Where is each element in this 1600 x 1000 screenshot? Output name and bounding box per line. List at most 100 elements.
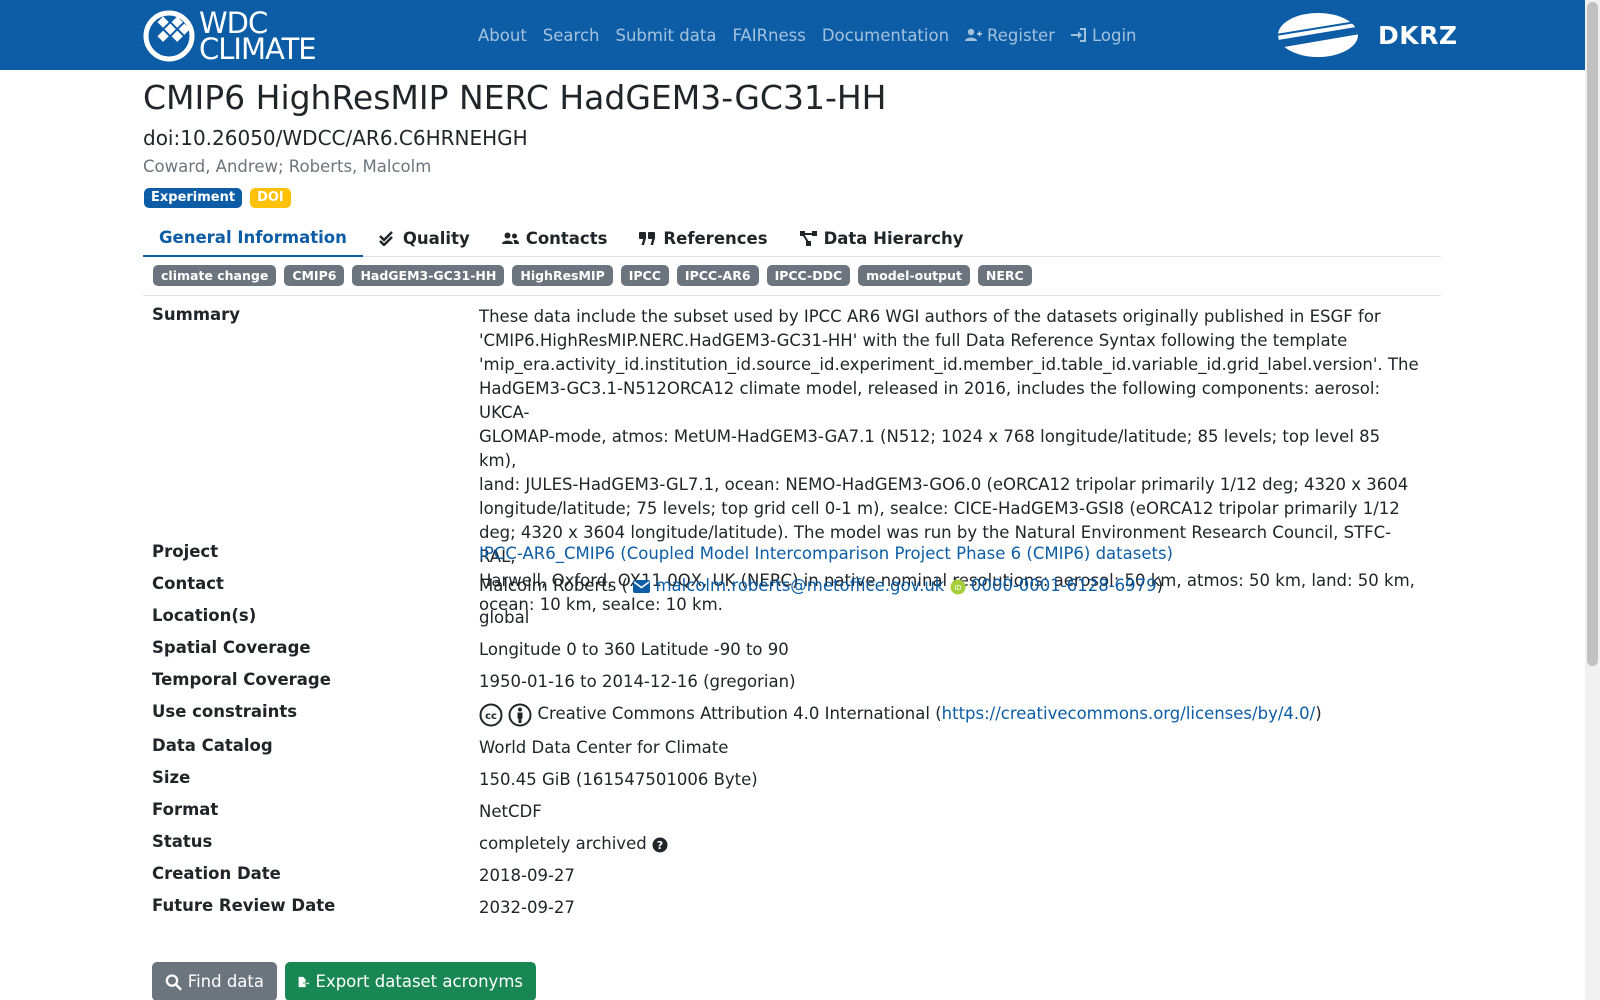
tab-quality[interactable]: Quality: [363, 220, 486, 257]
check-double-icon: [378, 231, 393, 246]
status-value: completely archived ?: [479, 832, 1419, 856]
main-nav: About Search Submit data FAIRness Docume…: [478, 0, 1153, 70]
data-catalog-row: Data Catalog World Data Center for Clima…: [143, 736, 1441, 768]
summary-line: HadGEM3-GC3.1-N512ORCA12 climate model, …: [479, 379, 1381, 422]
project-label: Project: [152, 542, 219, 561]
tab-contacts[interactable]: Contacts: [486, 220, 624, 257]
contact-value: Malcolm Roberts ( malcolm.roberts@metoff…: [479, 574, 1419, 598]
dkrz-emblem-icon: [1272, 13, 1368, 57]
file-export-icon: [298, 976, 310, 987]
status-row: Status completely archived ?: [143, 832, 1441, 864]
temporal-coverage-label: Temporal Coverage: [152, 670, 331, 689]
page-scrollbar[interactable]: [1585, 0, 1600, 1000]
project-link[interactable]: IPCC-AR6_CMIP6 (Coupled Model Intercompa…: [479, 544, 1173, 563]
nav-documentation[interactable]: Documentation: [822, 26, 949, 45]
details-table: Summary These data include the subset us…: [143, 305, 1441, 928]
spatial-coverage-row: Spatial Coverage Longitude 0 to 360 Lati…: [143, 638, 1441, 670]
tab-quality-label: Quality: [402, 229, 470, 248]
detail-tabs: General Information Quality Contacts Ref…: [143, 220, 1441, 257]
quote-icon: [639, 231, 656, 245]
nav-submit-data-label: Submit data: [615, 25, 717, 45]
dkrz-logo[interactable]: DKRZ: [1270, 11, 1458, 59]
data-catalog-value: World Data Center for Climate: [479, 738, 729, 757]
tab-references-label: References: [663, 229, 768, 248]
location-value: global: [479, 608, 530, 627]
keyword-badge: climate change: [153, 265, 277, 286]
wdc-globe-icon: [143, 10, 195, 62]
summary-label: Summary: [152, 305, 241, 324]
export-acronyms-button[interactable]: Export dataset acronyms: [285, 962, 536, 1000]
scrollbar-thumb[interactable]: [1587, 2, 1598, 666]
tab-references[interactable]: References: [623, 220, 783, 257]
contact-close: ): [1156, 576, 1164, 595]
nav-documentation-label: Documentation: [821, 25, 950, 45]
brand-line-2: CLIMATE: [199, 32, 317, 66]
nav-login[interactable]: Login: [1070, 25, 1137, 45]
dkrz-text: DKRZ: [1378, 20, 1458, 50]
export-acronyms-label: Export dataset acronyms: [315, 972, 523, 991]
svg-text:cc: cc: [485, 711, 497, 722]
nav-login-label: Login: [1091, 25, 1137, 45]
status-text: completely archived: [479, 834, 647, 853]
find-data-label: Find data: [187, 972, 264, 991]
review-date-row: Future Review Date 2032-09-27: [143, 896, 1441, 928]
nav-fairness-label: FAIRness: [732, 25, 806, 45]
svg-text:?: ?: [657, 839, 663, 852]
temporal-coverage-value: 1950-01-16 to 2014-12-16 (gregorian): [479, 672, 796, 691]
keyword-badge: CMIP6: [284, 265, 345, 286]
search-icon: [165, 973, 182, 990]
nav-submit-data[interactable]: Submit data: [615, 26, 716, 45]
doi-badge: DOI: [250, 188, 291, 208]
badge-group: Experiment DOI: [144, 188, 299, 208]
nav-about-label: About: [478, 25, 527, 45]
contact-row: Contact Malcolm Roberts ( malcolm.robert…: [143, 574, 1441, 606]
nav-register[interactable]: Register: [965, 26, 1055, 45]
nav-about[interactable]: About: [478, 26, 527, 45]
use-constraints-row: Use constraints cc Creative Commons Attr…: [143, 702, 1441, 736]
summary-row: Summary These data include the subset us…: [143, 305, 1441, 614]
summary-line: land: JULES-HadGEM3-GL7.1, ocean: NEMO-H…: [479, 475, 1409, 494]
sign-in-icon: [1070, 28, 1086, 42]
location-label: Location(s): [152, 606, 257, 625]
review-date-value: 2032-09-27: [479, 898, 575, 917]
license-link[interactable]: https://creativecommons.org/licenses/by/…: [942, 704, 1316, 723]
experiment-badge: Experiment: [144, 188, 243, 208]
summary-line: longitude/latitude; 75 levels; top grid …: [479, 499, 1400, 518]
page-title: CMIP6 HighResMIP NERC HadGEM3-GC31-HH: [143, 78, 887, 117]
top-navbar: WDC CLIMATE About Search Submit data FAI…: [0, 0, 1585, 70]
spatial-coverage-value: Longitude 0 to 360 Latitude -90 to 90: [479, 640, 789, 659]
keyword-badge: IPCC-DDC: [766, 265, 851, 286]
spatial-coverage-label: Spatial Coverage: [152, 638, 311, 657]
format-row: Format NetCDF: [143, 800, 1441, 832]
contact-orcid-link[interactable]: 0000-0001-6128-6979: [971, 576, 1157, 595]
creation-date-value: 2018-09-27: [479, 866, 575, 885]
tab-contacts-label: Contacts: [525, 229, 608, 248]
use-constraints-label: Use constraints: [152, 702, 298, 721]
orcid-icon: iD: [950, 579, 966, 594]
data-catalog-label: Data Catalog: [152, 736, 273, 755]
status-label: Status: [152, 832, 213, 851]
keyword-badge: IPCC-AR6: [676, 265, 759, 286]
tab-general-information[interactable]: General Information: [143, 220, 363, 257]
nav-fairness[interactable]: FAIRness: [732, 26, 805, 45]
tab-data-hierarchy[interactable]: Data Hierarchy: [784, 220, 980, 257]
license-name: Creative Commons Attribution 4.0 Interna…: [537, 704, 942, 723]
help-icon[interactable]: ?: [652, 837, 668, 853]
nav-search[interactable]: Search: [543, 26, 600, 45]
use-constraints-value: cc Creative Commons Attribution 4.0 Inte…: [479, 702, 1419, 727]
find-data-button[interactable]: Find data: [152, 962, 277, 1000]
size-row: Size 150.45 GiB (161547501006 Byte): [143, 768, 1441, 800]
temporal-coverage-row: Temporal Coverage 1950-01-16 to 2014-12-…: [143, 670, 1441, 702]
summary-line: These data include the subset used by IP…: [479, 307, 1381, 326]
wdc-climate-logo[interactable]: WDC CLIMATE: [143, 9, 317, 66]
format-label: Format: [152, 800, 219, 819]
license-close: ): [1315, 704, 1322, 723]
tab-general-information-label: General Information: [159, 228, 347, 247]
creation-date-row: Creation Date 2018-09-27: [143, 864, 1441, 896]
users-icon: [501, 232, 519, 244]
nav-register-label: Register: [987, 25, 1055, 45]
contact-email-link[interactable]: malcolm.roberts@metoffice.gov.uk: [655, 576, 944, 595]
tab-data-hierarchy-label: Data Hierarchy: [823, 229, 964, 248]
dataset-doi: doi:10.26050/WDCC/AR6.C6HRNEHGH: [143, 126, 528, 150]
keyword-badge: HadGEM3-GC31-HH: [352, 265, 505, 286]
